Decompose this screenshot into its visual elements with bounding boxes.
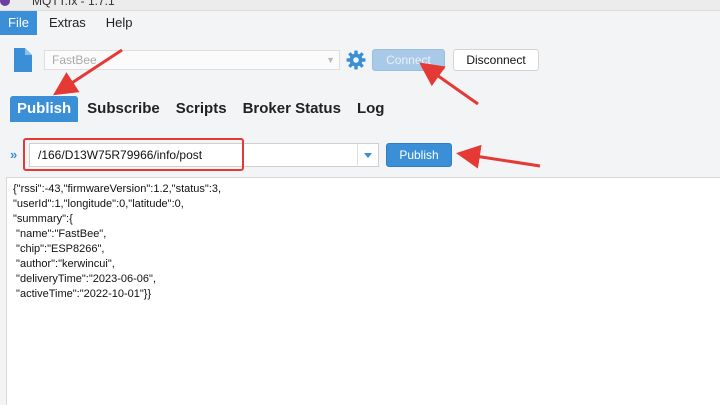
disconnect-button[interactable]: Disconnect [453,49,539,71]
file-icon[interactable] [12,48,32,72]
tab-publish[interactable]: Publish [10,96,79,122]
publish-button[interactable]: Publish [386,143,452,167]
profile-select-value: FastBee [52,53,97,67]
tab-scripts[interactable]: Scripts [169,96,234,122]
menu-file[interactable]: File [0,11,37,35]
profile-select[interactable]: FastBee ▼ [44,50,340,70]
window-title: MQTT.fx - 1.7.1 [32,0,115,8]
topic-highlight-annotation [23,138,244,171]
tab-bar: Publish Subscribe Scripts Broker Status … [10,96,393,122]
arrow-to-publish-button [456,144,541,169]
payload-editor[interactable]: {"rssi":-43,"firmwareVersion":1.2,"statu… [6,177,720,405]
dropdown-caret-icon[interactable]: ▼ [326,51,335,69]
gear-icon[interactable] [346,50,366,70]
expand-icon[interactable]: » [10,147,17,162]
menu-extras[interactable]: Extras [41,11,94,35]
title-bar: MQTT.fx - 1.7.1 [0,0,720,11]
payload-text[interactable]: {"rssi":-43,"firmwareVersion":1.2,"statu… [13,182,221,302]
connect-button[interactable]: Connect [372,49,445,71]
tab-subscribe[interactable]: Subscribe [80,96,167,122]
topic-dropdown-icon[interactable] [357,144,378,166]
menu-help[interactable]: Help [98,11,141,35]
menu-bar: File Extras Help [0,11,720,35]
connection-toolbar: FastBee ▼ Connect Disconnect [0,36,720,88]
tab-log[interactable]: Log [350,96,392,122]
tab-broker-status[interactable]: Broker Status [236,96,348,122]
app-icon [0,0,10,6]
